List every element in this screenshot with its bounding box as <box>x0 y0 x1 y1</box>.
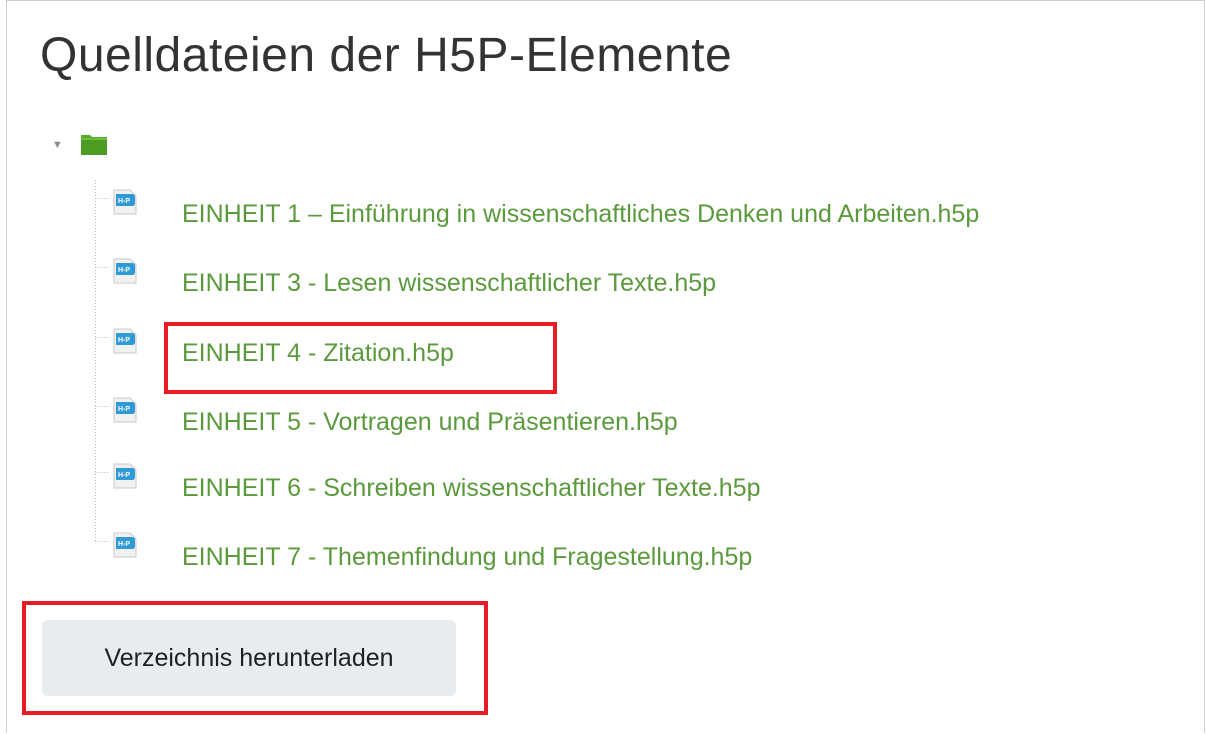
folder-icon <box>81 135 107 155</box>
download-folder-button[interactable]: Verzeichnis herunterladen <box>42 620 456 696</box>
file-link[interactable]: EINHEIT 3 - Lesen wissenschaftlicher Tex… <box>182 263 716 303</box>
file-link[interactable]: EINHEIT 1 – Einführung in wissenschaftli… <box>182 194 979 234</box>
svg-text:H-P: H-P <box>118 541 130 548</box>
h5p-file-icon: H-P <box>113 463 137 489</box>
h5p-file-icon: H-P <box>113 532 137 558</box>
h5p-file-icon: H-P <box>113 397 137 423</box>
h5p-file-icon: H-P <box>113 258 137 284</box>
h5p-file-icon: H-P <box>113 189 137 215</box>
file-link[interactable]: EINHEIT 7 - Themenfindung und Fragestell… <box>182 537 752 577</box>
file-link[interactable]: EINHEIT 5 - Vortragen und Präsentieren.h… <box>182 402 678 442</box>
file-link[interactable]: EINHEIT 6 - Schreiben wissenschaftlicher… <box>182 468 761 508</box>
triangle-down-icon[interactable]: ▼ <box>52 139 63 151</box>
h5p-file-icon: H-P <box>113 328 137 354</box>
highlight-box-zitation <box>164 322 557 394</box>
svg-text:H-P: H-P <box>118 406 130 413</box>
svg-text:H-P: H-P <box>118 267 130 274</box>
svg-text:H-P: H-P <box>118 472 130 479</box>
svg-text:H-P: H-P <box>118 337 130 344</box>
svg-text:H-P: H-P <box>118 198 130 205</box>
